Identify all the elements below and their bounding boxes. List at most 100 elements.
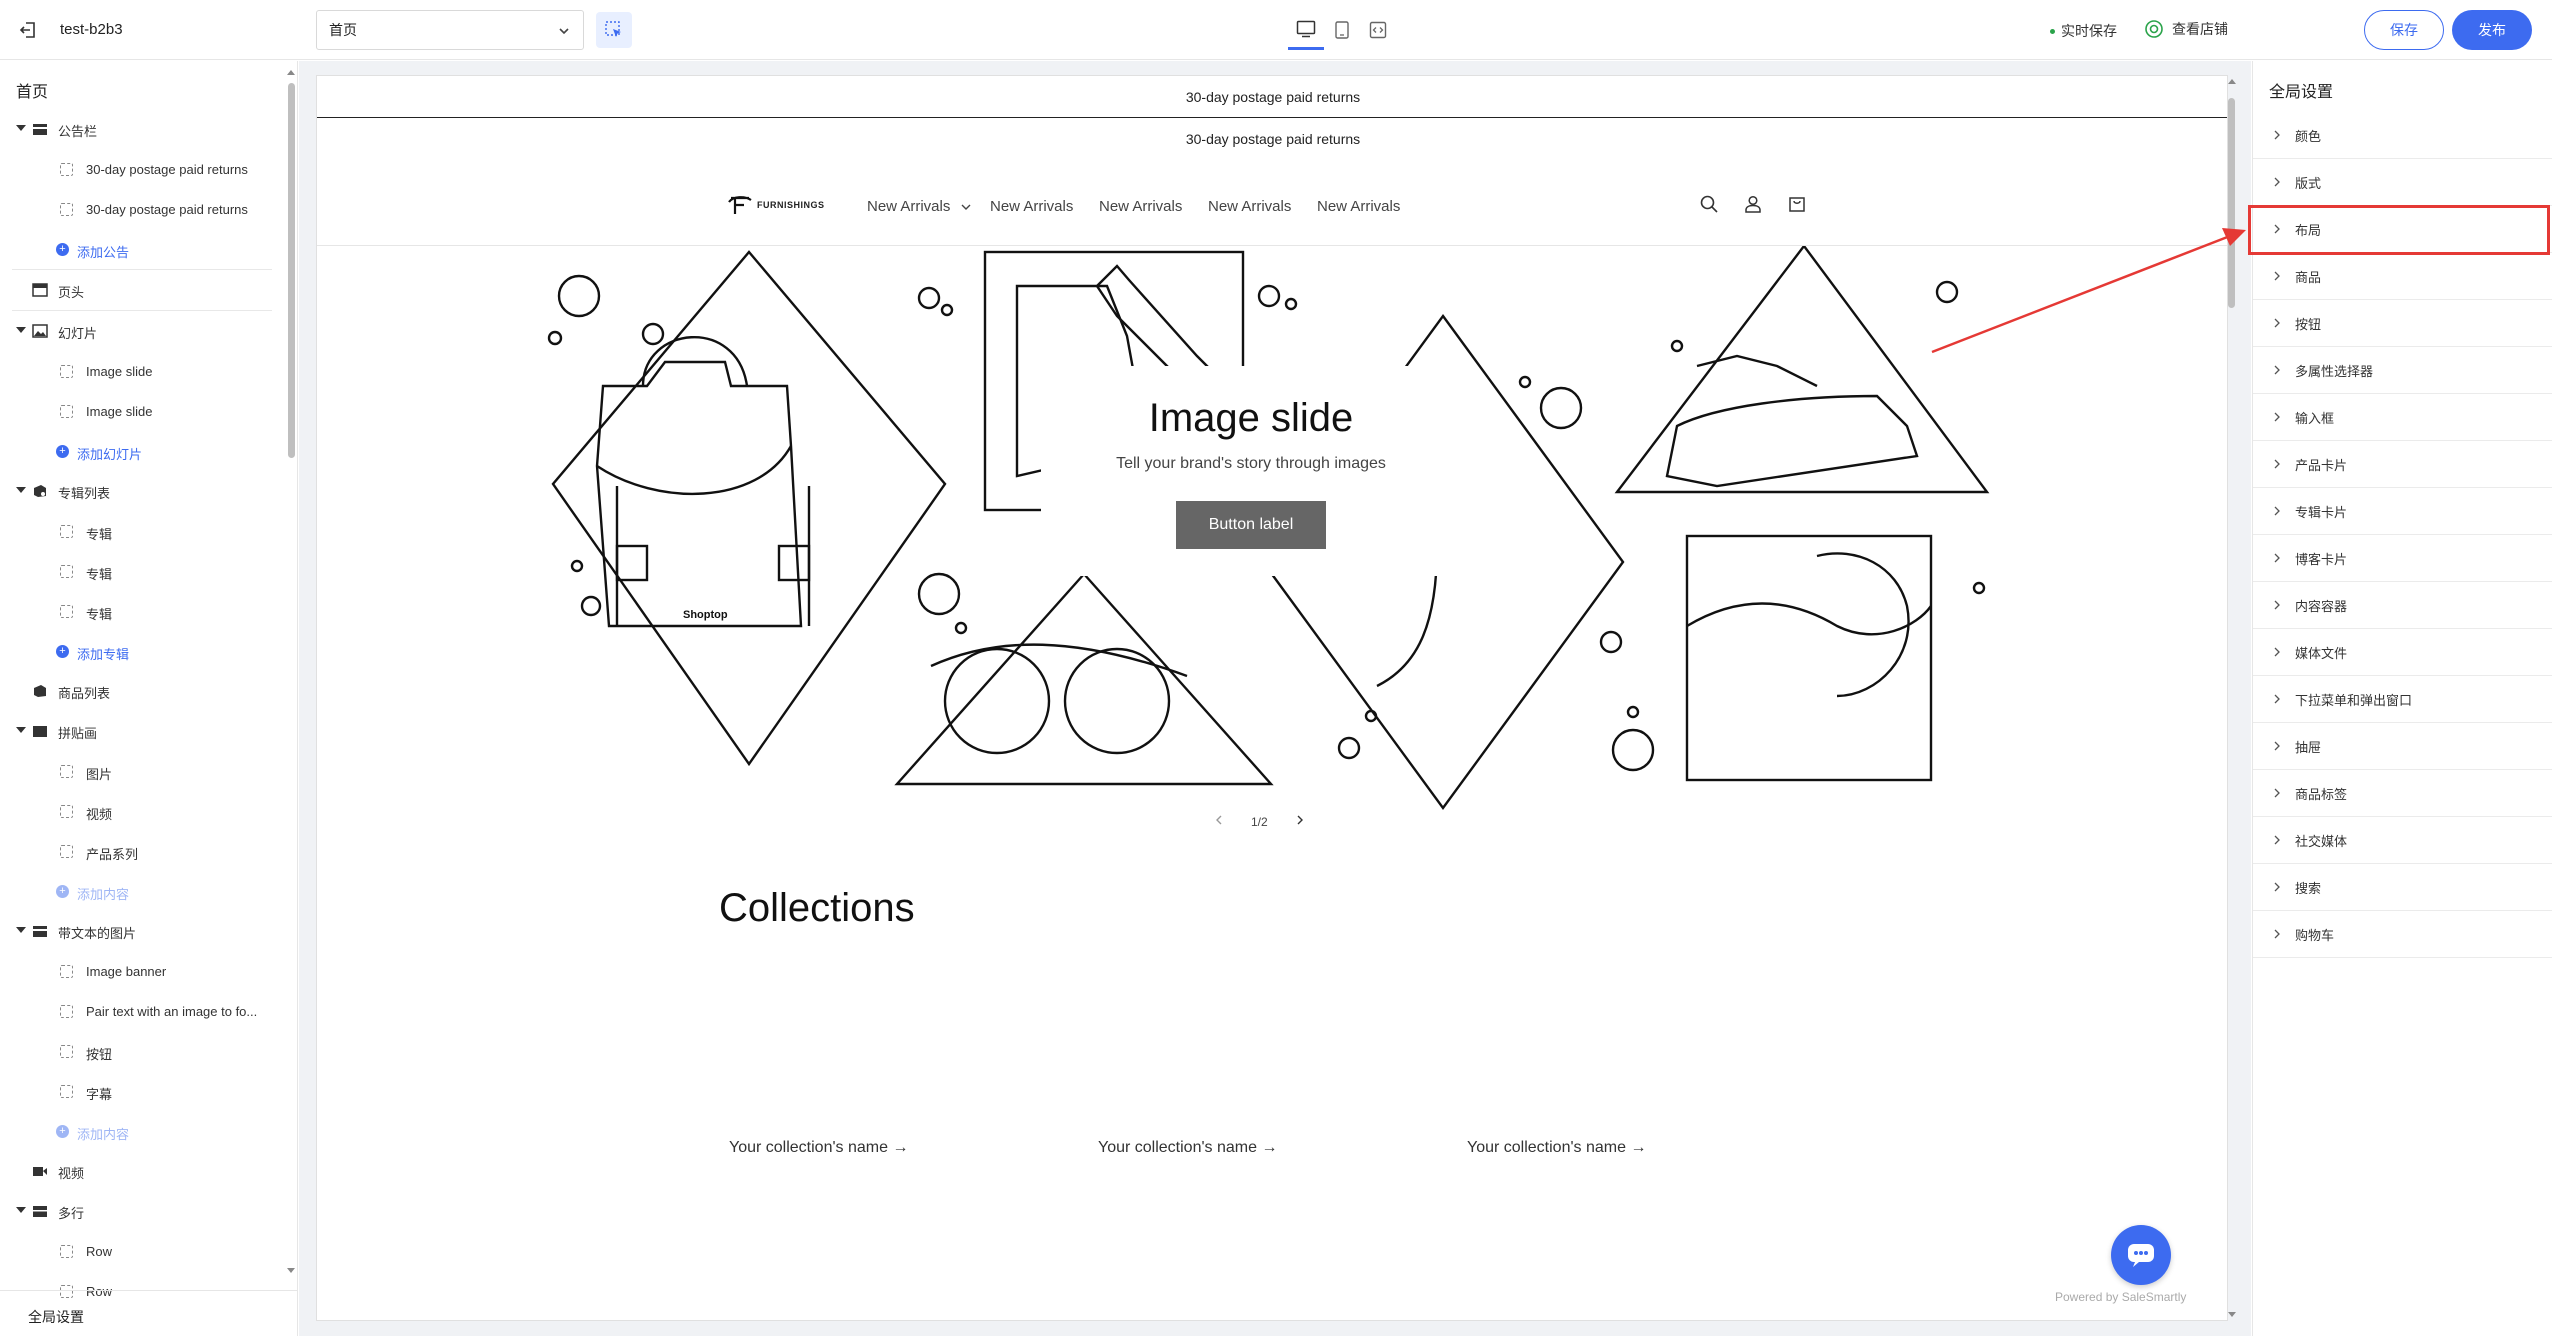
tree-section[interactable]: 带文本的图片 [0,911,284,951]
tree-section[interactable]: 多行 [0,1191,284,1231]
caret-down-icon[interactable] [16,727,26,733]
setting-item[interactable]: 内容容器 [2253,582,2552,629]
slide-prev-icon[interactable] [1215,814,1223,829]
scroll-thumb[interactable] [2228,98,2235,308]
add-block-button[interactable]: + 添加内容 [0,1111,284,1151]
tree-section[interactable]: 专辑列表 [0,471,284,511]
tree-section[interactable]: 幻灯片 [0,311,284,351]
tree-block[interactable]: 专辑 [0,551,284,591]
add-block-button[interactable]: + 添加幻灯片 [0,431,284,471]
global-settings-link[interactable]: 全局设置 [0,1290,298,1336]
add-block-button[interactable]: + 添加内容 [0,871,284,911]
store-logo[interactable]: FURNISHINGS [727,194,825,216]
tree-block[interactable]: 专辑 [0,591,284,631]
nav-item-5[interactable]: New Arrivals [1317,198,1400,215]
caret-down-icon[interactable] [16,927,26,933]
slide-next-icon[interactable] [1296,814,1304,829]
tree-block[interactable]: 视频 [0,791,284,831]
tree-section[interactable]: 公告栏 [0,109,284,149]
tree-section[interactable]: 视频 [0,1151,284,1191]
tree-block[interactable]: Image slide [0,351,284,391]
tree-block[interactable]: 专辑 [0,511,284,551]
desktop-view-button[interactable] [1288,10,1324,50]
setting-item[interactable]: 版式 [2253,159,2552,206]
glasses-triangle-shape [894,572,1274,786]
add-block-label: 添加内容 [77,1127,130,1142]
chat-widget-button[interactable] [2111,1225,2171,1285]
plus-circle-icon: + [56,445,69,458]
tree-section[interactable]: 商品列表 [0,671,284,711]
collection-link-1[interactable]: Your collection's name → [729,1139,908,1157]
scroll-thumb[interactable] [288,83,295,458]
setting-item[interactable]: 社交媒体 [2253,817,2552,864]
cart-icon[interactable] [1785,192,1809,216]
view-store-link[interactable]: 查看店铺 [2144,19,2228,39]
add-block-button[interactable]: + 添加公告 [0,229,284,269]
tree-block[interactable]: Pair text with an image to fo... [0,991,284,1031]
chevron-right-icon [2273,130,2283,140]
setting-item[interactable]: 产品卡片 [2253,441,2552,488]
tree-block[interactable]: Image slide [0,391,284,431]
chevron-right-icon [2273,412,2283,422]
add-block-button[interactable]: + 添加专辑 [0,631,284,671]
code-view-button[interactable] [1360,10,1396,50]
setting-item[interactable]: 颜色 [2253,112,2552,159]
search-icon[interactable] [1697,192,1721,216]
setting-item[interactable]: 商品标签 [2253,770,2552,817]
section-tree: 公告栏 30-day postage paid returns 30-day pos… [0,109,284,1322]
setting-item[interactable]: 搜索 [2253,864,2552,911]
tree-block[interactable]: 图片 [0,751,284,791]
setting-item[interactable]: 多属性选择器 [2253,347,2552,394]
left-scrollbar[interactable] [284,67,298,1276]
tree-block[interactable]: 字幕 [0,1071,284,1111]
preview-scrollbar[interactable] [2226,76,2238,1320]
element-select-tool-button[interactable] [596,12,632,48]
account-icon[interactable] [1741,192,1765,216]
tree-section[interactable]: 拼贴画 [0,711,284,751]
collection-link-2[interactable]: Your collection's name → [1098,1139,1277,1157]
setting-item[interactable]: 专辑卡片 [2253,488,2552,535]
tree-block[interactable]: Row [0,1231,284,1271]
tree-block[interactable]: 产品系列 [0,831,284,871]
announcement-bar-2[interactable]: 30-day postage paid returns [317,118,2227,160]
exit-button[interactable] [14,16,42,44]
nav-item-1[interactable]: New Arrivals [867,198,971,215]
caret-down-icon[interactable] [16,125,26,131]
setting-item[interactable]: 按钮 [2253,300,2552,347]
block-frame-icon [60,163,73,176]
chevron-right-icon [2273,600,2283,610]
nav-item-4[interactable]: New Arrivals [1208,198,1291,215]
tree-section[interactable]: 页头 [0,270,284,310]
nav-item-3[interactable]: New Arrivals [1099,198,1182,215]
tree-block[interactable]: 按钮 [0,1031,284,1071]
nav-item-2[interactable]: New Arrivals [990,198,1073,215]
store-header[interactable]: FURNISHINGS New Arrivals New Arrivals Ne… [317,166,2227,246]
page-select[interactable]: 首页 [316,10,584,50]
tree-block[interactable]: Image banner [0,951,284,991]
publish-button[interactable]: 发布 [2452,10,2532,50]
setting-item[interactable]: 输入框 [2253,394,2552,441]
announcement-bar-1[interactable]: 30-day postage paid returns [317,76,2227,118]
tree-block[interactable]: 30-day postage paid returns [0,149,284,189]
tablet-view-button[interactable] [1324,10,1360,50]
setting-item[interactable]: 下拉菜单和弹出窗口 [2253,676,2552,723]
setting-item[interactable]: 商品 [2253,253,2552,300]
collection-link-3[interactable]: Your collection's name → [1467,1139,1646,1157]
setting-item[interactable]: 博客卡片 [2253,535,2552,582]
bag-brand-text: Shoptop [683,609,728,621]
scroll-down-icon [2228,1312,2236,1317]
setting-label: 下拉菜单和弹出窗口 [2295,692,2413,708]
block-frame-icon [60,1045,73,1058]
block-frame-icon [60,525,73,538]
setting-item[interactable]: 购物车 [2253,911,2552,958]
setting-item[interactable]: 媒体文件 [2253,629,2552,676]
caret-down-icon[interactable] [16,1207,26,1213]
slide-button[interactable]: Button label [1176,501,1326,549]
tree-block[interactable]: 30-day postage paid returns [0,189,284,229]
setting-item[interactable]: 抽屉 [2253,723,2552,770]
caret-down-icon[interactable] [16,487,26,493]
caret-down-icon[interactable] [16,327,26,333]
save-button[interactable]: 保存 [2364,10,2444,50]
image-slideshow[interactable]: Shoptop Image slide Tell your brand's st… [317,246,2227,886]
tree-block-label: 字幕 [86,1087,113,1102]
